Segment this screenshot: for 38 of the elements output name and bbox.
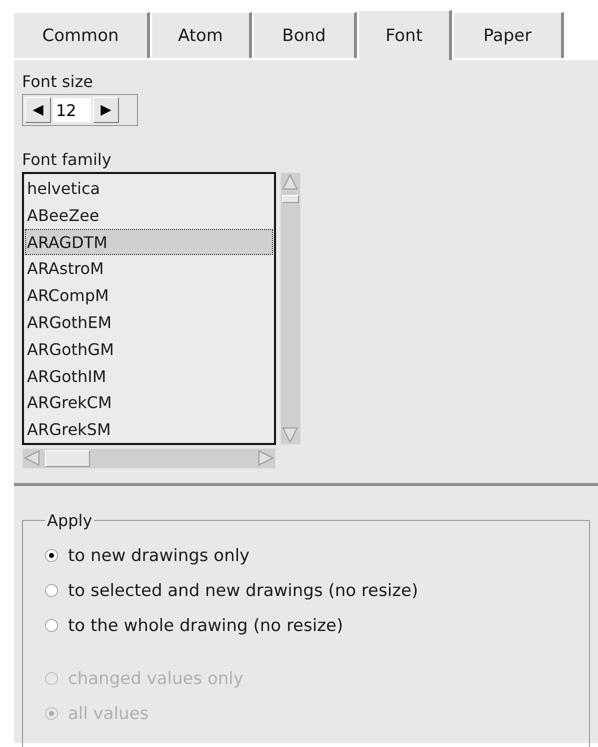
option-label: all values: [68, 704, 149, 724]
scroll-thumb[interactable]: [282, 195, 299, 203]
font-size-field[interactable]: 12: [53, 98, 91, 122]
radio-button[interactable]: [45, 619, 58, 632]
tab[interactable]: Font: [359, 10, 452, 60]
option-label: to selected and new drawings (no resize): [68, 580, 418, 600]
tab[interactable]: Paper: [454, 12, 564, 58]
option-label: changed values only: [68, 668, 244, 688]
scroll-up-icon[interactable]: [281, 173, 299, 191]
vertical-scrollbar[interactable]: [280, 172, 301, 445]
radio-button[interactable]: [45, 549, 58, 562]
font-size-spinbox[interactable]: ◀ 12 ▶: [22, 94, 138, 126]
scroll-left-icon[interactable]: [23, 449, 41, 467]
list-item[interactable]: ARGothIM: [25, 362, 273, 390]
increment-button[interactable]: ▶: [93, 97, 119, 123]
tab[interactable]: Common: [14, 12, 150, 58]
list-item[interactable]: ARGothGM: [25, 336, 273, 363]
tab[interactable]: Atom: [152, 12, 252, 58]
tab[interactable]: Bond: [254, 12, 357, 58]
option-label: to new drawings only: [68, 546, 250, 566]
field-label: Font family: [22, 150, 112, 171]
list-item[interactable]: ABeeZee: [25, 202, 273, 229]
horizontal-scrollbar[interactable]: [22, 448, 276, 469]
list-item[interactable]: helvetica: [25, 175, 273, 202]
field-label: Font size: [22, 72, 94, 93]
option-label: to the whole drawing (no resize): [68, 616, 344, 636]
list-item[interactable]: ARCompM: [25, 282, 273, 309]
list-item[interactable]: ARAstroM: [25, 255, 273, 282]
scroll-thumb[interactable]: [45, 450, 90, 467]
list-item[interactable]: ARGothEM: [25, 308, 273, 336]
scroll-right-icon[interactable]: [257, 449, 275, 467]
list-item[interactable]: ARGrekSM: [25, 416, 273, 443]
group-title: Apply: [46, 511, 94, 530]
scroll-down-icon[interactable]: [281, 426, 299, 444]
list-item[interactable]: ARGrekCM: [25, 389, 273, 416]
radio-button[interactable]: [45, 584, 58, 597]
list-item[interactable]: ARAGDTM: [25, 228, 273, 256]
decrement-button[interactable]: ◀: [25, 97, 51, 123]
